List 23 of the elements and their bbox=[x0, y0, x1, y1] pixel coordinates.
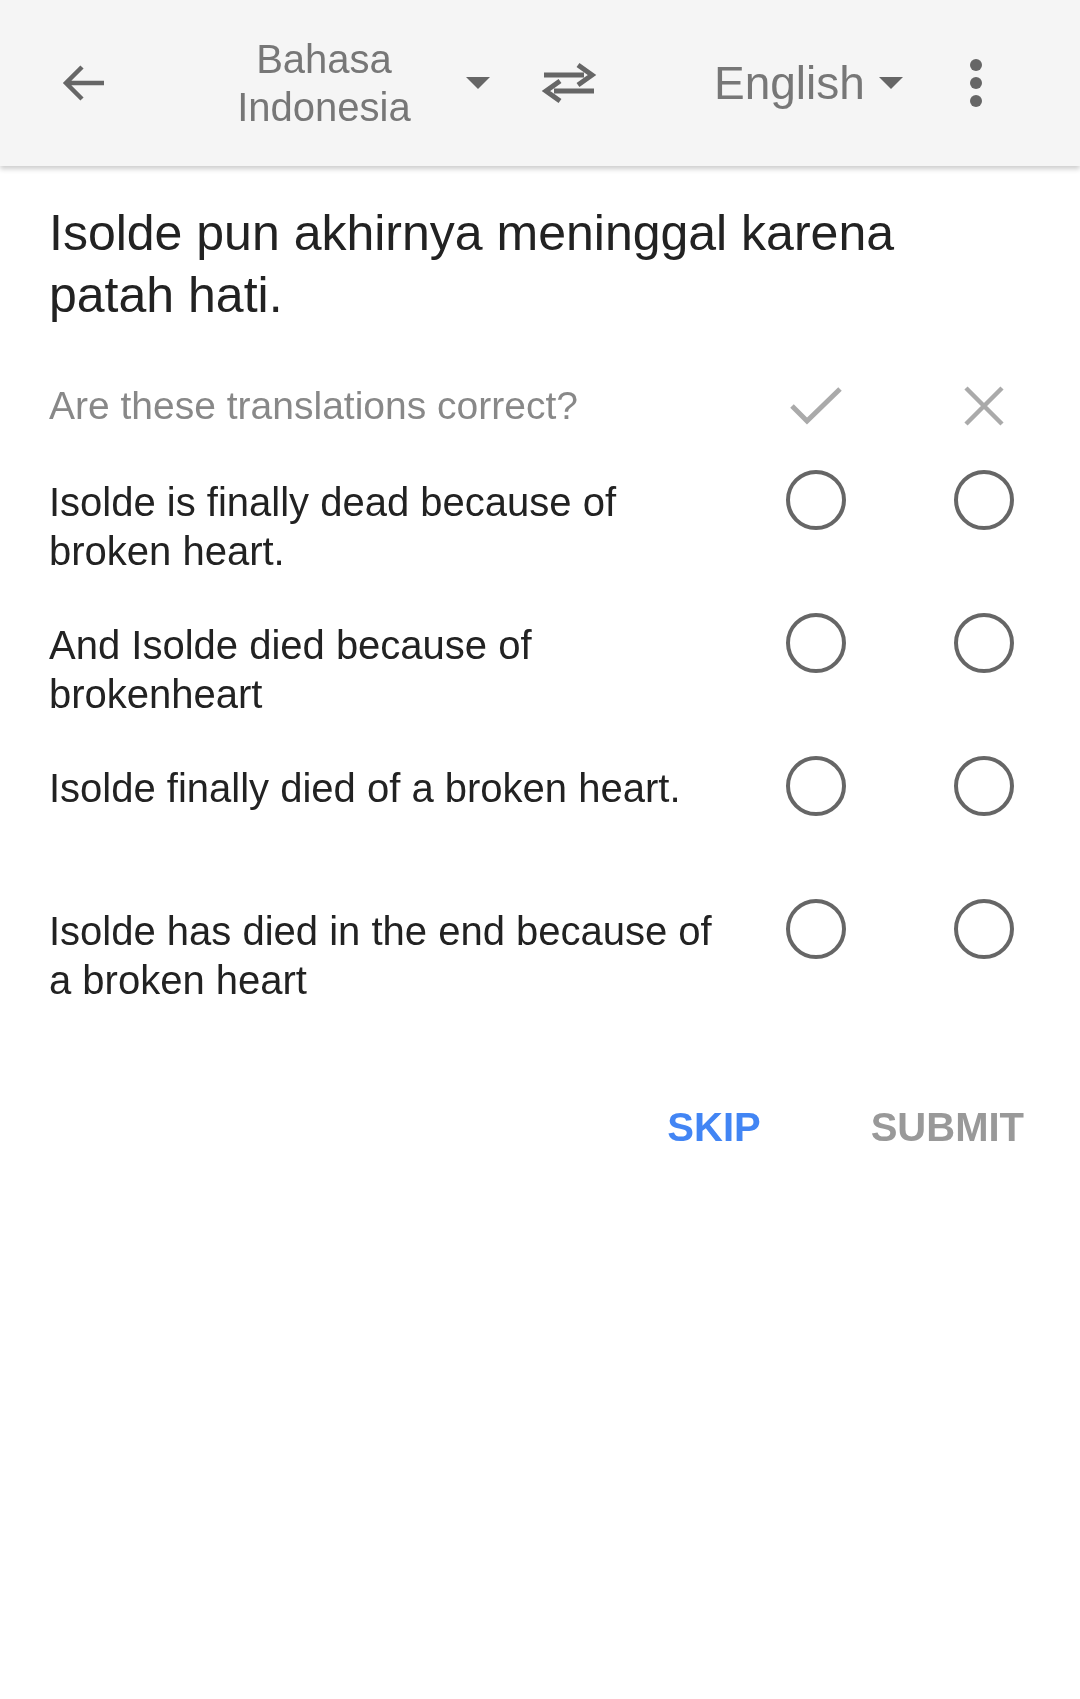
skip-button[interactable]: SKIP bbox=[667, 1097, 761, 1158]
radio-button[interactable] bbox=[954, 899, 1014, 959]
radio-button[interactable] bbox=[954, 470, 1014, 530]
target-language-dropdown[interactable]: English bbox=[714, 56, 865, 110]
radio-button[interactable] bbox=[786, 613, 846, 673]
translation-text: Isolde finally died of a broken heart. bbox=[49, 765, 682, 812]
radio-button[interactable] bbox=[786, 756, 846, 816]
question-text: Are these translations correct? bbox=[49, 384, 579, 428]
check-icon bbox=[789, 386, 843, 426]
source-sentence: Isolde pun akhirnya meninggal karena patah hati. bbox=[49, 204, 895, 325]
more-options-icon[interactable] bbox=[968, 58, 983, 108]
source-language-dropdown[interactable]: Bahasa Indonesia bbox=[214, 35, 434, 131]
radio-button[interactable] bbox=[786, 470, 846, 530]
close-icon bbox=[963, 385, 1005, 427]
translation-text: Isolde has died in the end because of a broken heart bbox=[49, 908, 713, 1004]
swap-icon[interactable] bbox=[540, 61, 598, 105]
translation-text: Isolde is finally dead because of broken heart. bbox=[49, 479, 618, 575]
caret-icon bbox=[878, 77, 903, 89]
radio-button[interactable] bbox=[954, 756, 1014, 816]
radio-button[interactable] bbox=[786, 899, 846, 959]
caret-icon bbox=[466, 77, 490, 89]
translation-text: And Isolde died because of brokenheart bbox=[49, 622, 533, 718]
radio-button[interactable] bbox=[954, 613, 1014, 673]
